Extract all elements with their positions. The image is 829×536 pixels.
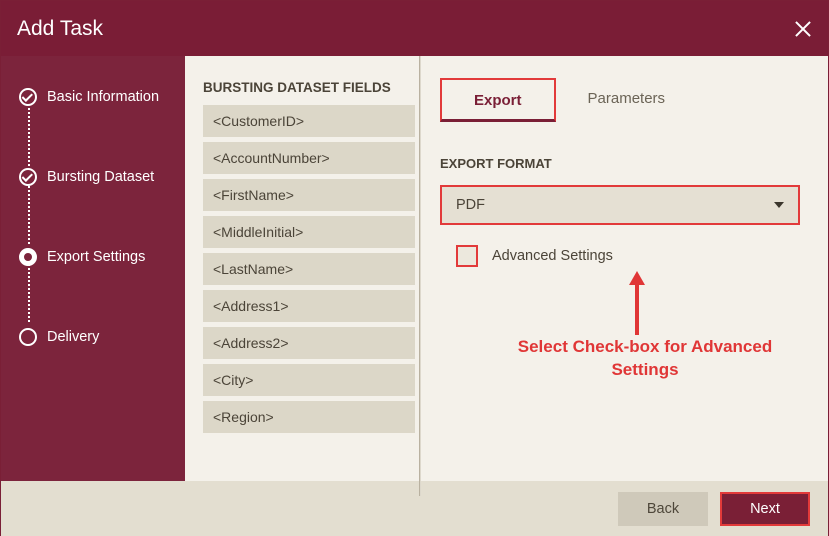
next-button[interactable]: Next <box>720 492 810 526</box>
tabs: Export Parameters <box>440 78 800 122</box>
export-format-label: EXPORT FORMAT <box>440 156 800 171</box>
chevron-down-icon <box>774 202 784 208</box>
step-bursting-dataset[interactable]: Bursting Dataset <box>19 166 185 188</box>
advanced-settings-label: Advanced Settings <box>492 248 613 264</box>
field-item[interactable]: <LastName> <box>203 253 415 285</box>
field-item[interactable]: <AccountNumber> <box>203 142 415 174</box>
current-step-icon <box>19 248 37 266</box>
field-item[interactable]: <CustomerID> <box>203 105 415 137</box>
content: Basic Information Bursting Dataset Expor… <box>1 56 828 481</box>
advanced-settings-row: Advanced Settings <box>456 245 800 267</box>
step-connector <box>28 186 30 244</box>
step-delivery[interactable]: Delivery <box>19 326 185 348</box>
back-button[interactable]: Back <box>618 492 708 526</box>
field-item[interactable]: <City> <box>203 364 415 396</box>
field-item[interactable]: <Region> <box>203 401 415 433</box>
fields-column: BURSTING DATASET FIELDS <CustomerID> <Ac… <box>203 80 415 481</box>
annotation-text: Select Check-box for Advanced Settings <box>515 336 775 382</box>
step-basic-information[interactable]: Basic Information <box>19 86 185 108</box>
footer: Back Next <box>1 481 828 536</box>
step-export-settings[interactable]: Export Settings <box>19 246 185 268</box>
check-icon <box>19 168 37 186</box>
main-panel: BURSTING DATASET FIELDS <CustomerID> <Ac… <box>185 56 828 481</box>
field-item[interactable]: <FirstName> <box>203 179 415 211</box>
export-format-value: PDF <box>456 197 485 213</box>
field-item[interactable]: <Address1> <box>203 290 415 322</box>
step-connector <box>28 264 30 322</box>
step-connector <box>28 108 30 166</box>
step-label: Export Settings <box>47 249 145 265</box>
wizard-sidebar: Basic Information Bursting Dataset Expor… <box>1 56 185 481</box>
step-label: Basic Information <box>47 89 159 105</box>
fields-heading: BURSTING DATASET FIELDS <box>203 80 415 95</box>
step-label: Bursting Dataset <box>47 169 154 185</box>
close-icon[interactable] <box>794 20 812 38</box>
field-item[interactable]: <MiddleInitial> <box>203 216 415 248</box>
field-item[interactable]: <Address2> <box>203 327 415 359</box>
step-label: Delivery <box>47 329 99 345</box>
tab-export[interactable]: Export <box>440 78 556 122</box>
advanced-settings-checkbox[interactable] <box>456 245 478 267</box>
annotation-arrow-icon <box>627 271 647 341</box>
tab-parameters[interactable]: Parameters <box>556 78 698 122</box>
window-title: Add Task <box>17 17 103 41</box>
pending-step-icon <box>19 328 37 346</box>
check-icon <box>19 88 37 106</box>
export-panel: Export Parameters EXPORT FORMAT PDF Adva… <box>420 80 828 481</box>
titlebar: Add Task <box>1 1 828 56</box>
export-format-select[interactable]: PDF <box>440 185 800 225</box>
